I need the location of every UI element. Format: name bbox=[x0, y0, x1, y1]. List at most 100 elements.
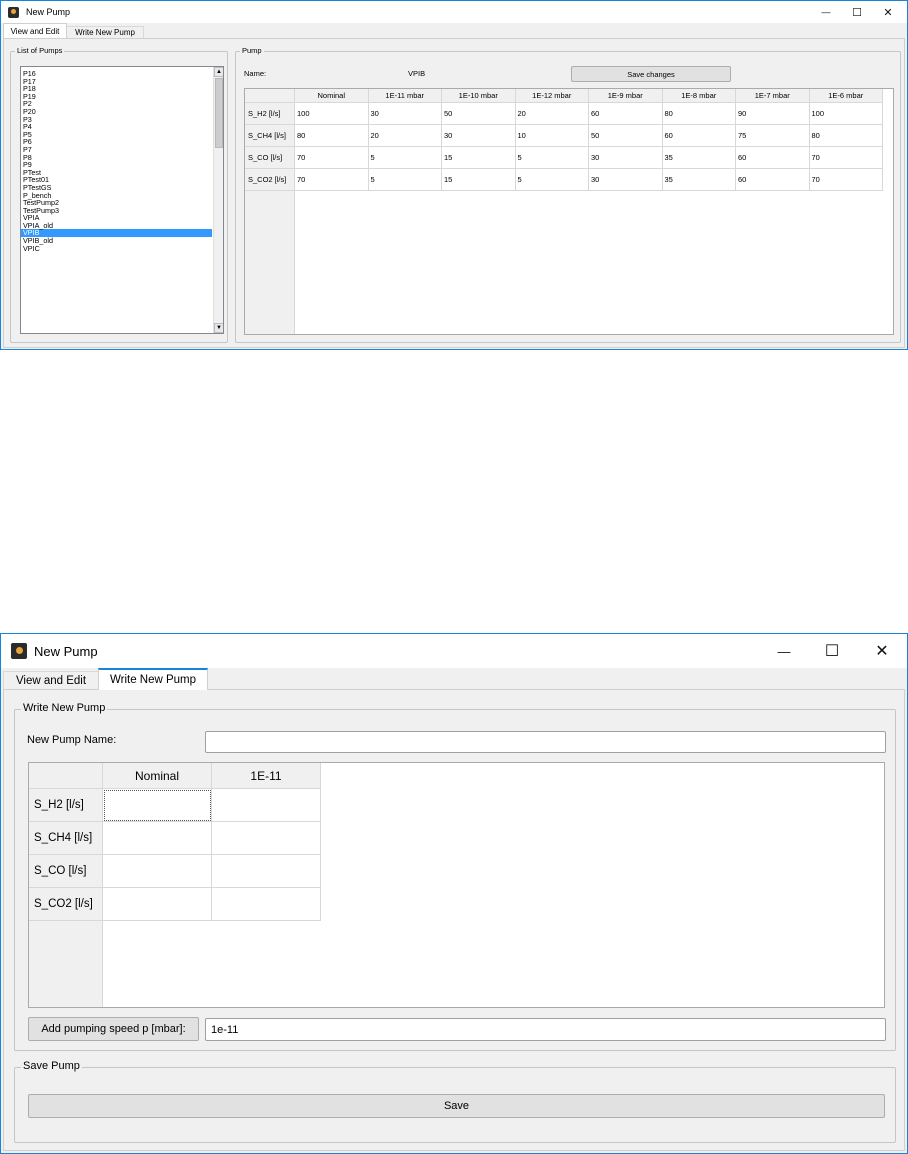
column-header[interactable]: 1E-11 mbar bbox=[368, 89, 442, 103]
pump-list-item[interactable]: P5 bbox=[21, 131, 212, 139]
pump-list-item[interactable]: P6 bbox=[21, 138, 212, 146]
table-corner bbox=[245, 89, 295, 103]
bottom-titlebar: New Pump — ☐ ✕ bbox=[1, 634, 907, 668]
pump-list-item[interactable]: P8 bbox=[21, 153, 212, 162]
table-cell[interactable] bbox=[103, 888, 212, 921]
table-cell[interactable]: 75 bbox=[736, 125, 810, 147]
save-changes-button[interactable]: Save changes bbox=[571, 66, 731, 82]
column-header[interactable]: 1E-8 mbar bbox=[662, 89, 736, 103]
table-cell[interactable]: 70 bbox=[809, 147, 883, 169]
table-cell[interactable]: 70 bbox=[295, 147, 369, 169]
pump-list-item[interactable]: VPIA_old bbox=[21, 222, 212, 230]
table-cell[interactable]: 50 bbox=[442, 103, 516, 125]
table-cell[interactable] bbox=[212, 855, 321, 888]
column-header[interactable]: 1E-7 mbar bbox=[736, 89, 810, 103]
pump-list-item[interactable]: P7 bbox=[21, 146, 212, 154]
pump-list-item[interactable]: P17 bbox=[21, 77, 212, 86]
pump-list-item[interactable]: P3 bbox=[21, 115, 212, 124]
table-cell[interactable]: 100 bbox=[295, 103, 369, 125]
close-button[interactable]: ✕ bbox=[877, 1, 899, 23]
table-cell[interactable] bbox=[212, 888, 321, 921]
table-cell[interactable]: 60 bbox=[589, 103, 663, 125]
pump-list-item[interactable]: P16 bbox=[21, 70, 212, 78]
column-header[interactable]: Nominal bbox=[103, 763, 212, 789]
table-cell[interactable]: 20 bbox=[368, 125, 442, 147]
table-cell[interactable]: 50 bbox=[589, 125, 663, 147]
table-cell[interactable]: 30 bbox=[589, 169, 663, 191]
pumping-speed-input[interactable]: 1e-11 bbox=[205, 1018, 886, 1041]
table-cell[interactable]: 60 bbox=[662, 125, 736, 147]
table-cell[interactable] bbox=[103, 789, 212, 822]
scroll-up-icon[interactable]: ▲ bbox=[214, 67, 223, 77]
table-cell[interactable]: 30 bbox=[442, 125, 516, 147]
save-button[interactable]: Save bbox=[28, 1094, 885, 1118]
pump-list-item[interactable]: P2 bbox=[21, 100, 212, 108]
column-header[interactable]: 1E-6 mbar bbox=[809, 89, 883, 103]
close-button[interactable]: ✕ bbox=[865, 634, 899, 668]
table-cell[interactable]: 100 bbox=[809, 103, 883, 125]
pump-list-item[interactable]: P19 bbox=[21, 93, 212, 101]
tab-write-new-pump[interactable]: Write New Pump bbox=[66, 26, 144, 38]
pump-list-item[interactable]: P4 bbox=[21, 123, 212, 131]
row-header[interactable]: S_CO2 [l/s] bbox=[29, 888, 103, 921]
row-header[interactable]: S_CH4 [l/s] bbox=[245, 125, 295, 147]
minimize-button[interactable]: — bbox=[815, 1, 837, 23]
pump-list-item[interactable]: VPIC bbox=[21, 245, 212, 253]
table-cell[interactable]: 35 bbox=[662, 169, 736, 191]
table-cell[interactable]: 70 bbox=[809, 169, 883, 191]
table-cell[interactable]: 90 bbox=[736, 103, 810, 125]
row-header[interactable]: S_CO [l/s] bbox=[29, 855, 103, 888]
table-cell[interactable]: 5 bbox=[368, 147, 442, 169]
table-cell[interactable]: 30 bbox=[368, 103, 442, 125]
new-pump-table: Nominal 1E-11 S_H2 [l/s] S_CH4 [l/s] S_CO [l… bbox=[28, 762, 885, 1008]
table-cell[interactable] bbox=[212, 789, 321, 822]
table-cell[interactable]: 80 bbox=[662, 103, 736, 125]
table-cell[interactable]: 70 bbox=[295, 169, 369, 191]
table-cell[interactable]: 80 bbox=[295, 125, 369, 147]
table-cell[interactable]: 5 bbox=[515, 169, 589, 191]
pump-list-item[interactable]: VPIB_old bbox=[21, 237, 212, 245]
pump-list-scrollbar[interactable]: ▲ ▼ bbox=[213, 67, 223, 333]
table-cell[interactable]: 15 bbox=[442, 169, 516, 191]
column-header[interactable]: 1E-11 bbox=[212, 763, 321, 789]
table-cell[interactable]: 20 bbox=[515, 103, 589, 125]
table-cell[interactable]: 80 bbox=[809, 125, 883, 147]
table-cell[interactable]: 60 bbox=[736, 169, 810, 191]
table-cell[interactable]: 35 bbox=[662, 147, 736, 169]
row-header[interactable]: S_CO2 [l/s] bbox=[245, 169, 295, 191]
table-cell[interactable] bbox=[212, 822, 321, 855]
scroll-thumb[interactable] bbox=[215, 78, 223, 148]
table-cell[interactable]: 30 bbox=[589, 147, 663, 169]
table-cell[interactable] bbox=[103, 822, 212, 855]
column-header[interactable]: Nominal bbox=[295, 89, 369, 103]
pump-list-item[interactable]: P9 bbox=[21, 161, 212, 169]
tab-write-new-pump[interactable]: Write New Pump bbox=[98, 668, 208, 690]
table-cell[interactable]: 10 bbox=[515, 125, 589, 147]
column-header[interactable]: 1E-12 mbar bbox=[515, 89, 589, 103]
tab-view-and-edit[interactable]: View and Edit bbox=[3, 671, 99, 690]
maximize-button[interactable]: ☐ bbox=[815, 634, 849, 668]
column-header[interactable]: 1E-9 mbar bbox=[589, 89, 663, 103]
maximize-button[interactable]: ☐ bbox=[846, 1, 868, 23]
column-header[interactable]: 1E-10 mbar bbox=[442, 89, 516, 103]
scroll-down-icon[interactable]: ▼ bbox=[214, 323, 223, 333]
row-header[interactable]: S_CO [l/s] bbox=[245, 147, 295, 169]
minimize-button[interactable]: — bbox=[767, 634, 801, 668]
pump-list-item[interactable]: PTest bbox=[21, 169, 212, 177]
add-pumping-speed-button[interactable]: Add pumping speed p [mbar]: bbox=[28, 1017, 199, 1041]
pump-list-item[interactable]: TestPump3 bbox=[21, 207, 212, 215]
row-header[interactable]: S_CH4 [l/s] bbox=[29, 822, 103, 855]
pump-table: Nominal 1E-11 mbar 1E-10 mbar 1E-12 mbar 1E-… bbox=[244, 88, 894, 335]
pump-list[interactable]: P16 P17 P18 P19 P2 P20 P3 P4 P5 P6 P7 P8 P9 PTest PTes… bbox=[20, 66, 224, 334]
table-cell[interactable]: 5 bbox=[515, 147, 589, 169]
new-pump-name-input[interactable] bbox=[205, 731, 886, 753]
row-header[interactable]: S_H2 [l/s] bbox=[29, 789, 103, 822]
pump-list-item[interactable]: P20 bbox=[21, 108, 212, 116]
table-cell[interactable]: 15 bbox=[442, 147, 516, 169]
row-header[interactable]: S_H2 [l/s] bbox=[245, 103, 295, 125]
tab-view-and-edit[interactable]: View and Edit bbox=[3, 23, 67, 38]
table-cell[interactable]: 60 bbox=[736, 147, 810, 169]
pump-list-item[interactable]: P18 bbox=[21, 85, 212, 93]
table-cell[interactable] bbox=[103, 855, 212, 888]
table-cell[interactable]: 5 bbox=[368, 169, 442, 191]
